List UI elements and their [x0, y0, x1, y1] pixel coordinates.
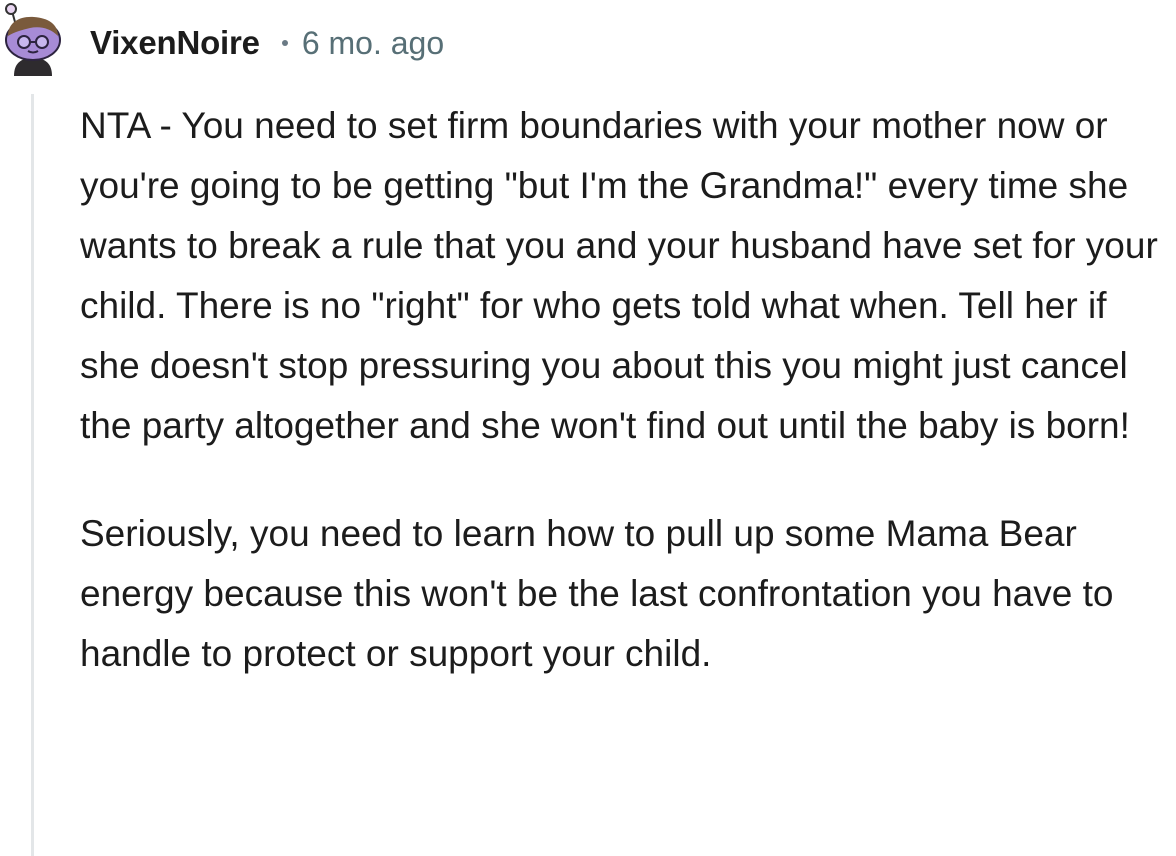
- comment-header: VixenNoire 6 mo. ago: [90, 22, 444, 64]
- thread-line[interactable]: [31, 94, 34, 856]
- user-avatar[interactable]: [0, 2, 66, 76]
- comment-paragraph: NTA - You need to set firm boundaries wi…: [80, 105, 1158, 446]
- snoo-avatar-icon: [5, 3, 61, 76]
- dot-separator-icon: [281, 40, 288, 46]
- comment-body: NTA - You need to set firm boundaries wi…: [80, 96, 1174, 684]
- comment-author[interactable]: VixenNoire: [90, 24, 260, 62]
- comment-paragraph: Seriously, you need to learn how to pull…: [80, 513, 1114, 674]
- comment-timestamp[interactable]: 6 mo. ago: [302, 25, 444, 62]
